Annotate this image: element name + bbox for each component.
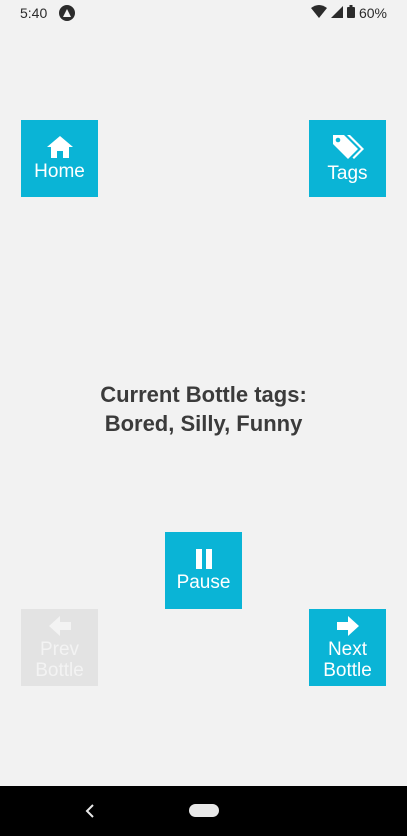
prev-button-label-line1: Prev: [39, 638, 80, 660]
prev-bottle-button[interactable]: Prev Bottle: [21, 609, 98, 686]
battery-percent: 60%: [358, 5, 387, 21]
home-button-label: Home: [34, 161, 85, 182]
system-nav-bar: [0, 786, 407, 836]
next-button-label-line1: Next: [327, 638, 368, 660]
tags-button[interactable]: Tags: [309, 120, 386, 197]
status-bar: 5:40 60%: [0, 0, 407, 26]
cell-signal-icon: [330, 5, 343, 21]
prev-button-label-line2: Bottle: [35, 659, 84, 681]
app-notification-icon: [59, 5, 76, 21]
home-button[interactable]: Home: [21, 120, 98, 197]
pause-button[interactable]: Pause: [165, 532, 242, 609]
next-bottle-button[interactable]: Next Bottle: [309, 609, 386, 686]
tags-value: Bored, Silly, Funny: [104, 411, 303, 436]
next-button-label-line2: Bottle: [323, 659, 372, 681]
arrow-right-icon: [336, 615, 360, 637]
status-time: 5:40: [20, 5, 48, 21]
app-screen: 5:40 60% Home Tags Current Bottle tags: …: [0, 0, 407, 836]
pause-icon: [194, 548, 214, 570]
back-icon[interactable]: [80, 800, 100, 822]
status-right: 60%: [310, 5, 387, 21]
home-icon: [46, 135, 74, 159]
current-tags-display: Current Bottle tags: Bored, Silly, Funny: [0, 380, 407, 438]
tags-button-label: Tags: [327, 163, 368, 184]
arrow-left-icon: [48, 615, 72, 637]
pause-button-label: Pause: [176, 572, 231, 593]
tags-icon: [331, 133, 365, 161]
battery-icon: [346, 5, 355, 21]
wifi-icon: [310, 5, 327, 21]
status-left: 5:40: [20, 5, 76, 21]
tags-heading: Current Bottle tags:: [100, 382, 307, 407]
home-pill-icon[interactable]: [189, 804, 219, 817]
